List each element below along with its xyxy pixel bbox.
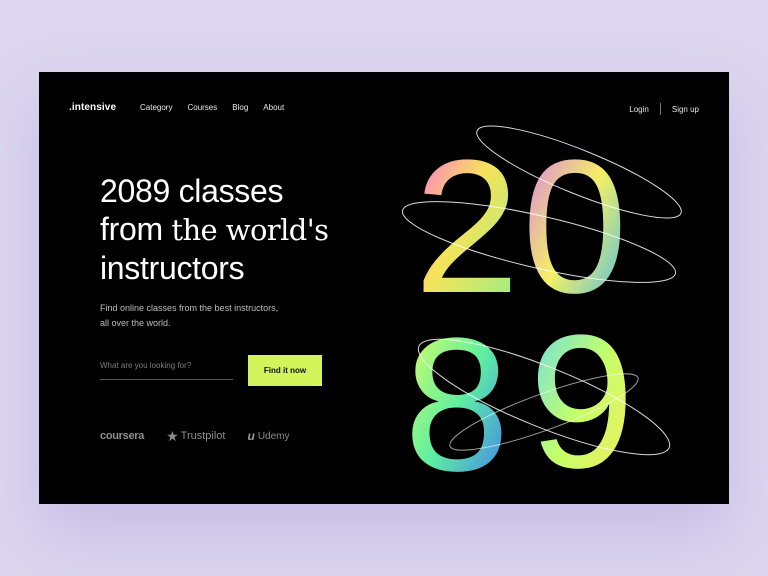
partner-logos: coursera ★ Trustpilot u Udemy: [100, 429, 290, 443]
nav-item-category[interactable]: Category: [140, 103, 172, 112]
hero-title: 2089 classes from the world's instructor…: [100, 172, 329, 287]
find-it-now-button[interactable]: Find it now: [248, 355, 322, 386]
main-menu: Category Courses Blog About: [140, 103, 284, 112]
trustpilot-logo: ★ Trustpilot: [166, 429, 225, 443]
art-digit-9: 9: [529, 296, 635, 482]
udemy-u-icon: u: [247, 429, 255, 443]
coursera-logo: coursera: [100, 430, 145, 442]
hero-title-line2-sans: from: [100, 211, 163, 247]
hero-2089-artwork: 2 0 8 9: [401, 121, 682, 482]
nav-item-courses[interactable]: Courses: [187, 103, 217, 112]
udemy-wordmark: Udemy: [257, 430, 290, 442]
hero-title-line3: instructors: [100, 250, 245, 286]
nav-item-blog[interactable]: Blog: [232, 103, 248, 112]
hero-title-line1: 2089 classes: [100, 173, 284, 209]
udemy-logo: u Udemy: [247, 429, 289, 443]
hero-title-line2-serif: the world's: [171, 213, 329, 247]
search-input[interactable]: [100, 357, 233, 380]
trustpilot-wordmark: Trustpilot: [180, 430, 226, 442]
hero-subtitle: Find online classes from the best instru…: [100, 303, 279, 328]
landing-page-card: .intensive Category Courses Blog About L…: [39, 72, 729, 504]
art-digit-8: 8: [404, 299, 510, 482]
logo[interactable]: .intensive: [69, 102, 116, 113]
nav-item-about[interactable]: About: [263, 103, 284, 112]
star-icon: ★: [166, 428, 179, 444]
